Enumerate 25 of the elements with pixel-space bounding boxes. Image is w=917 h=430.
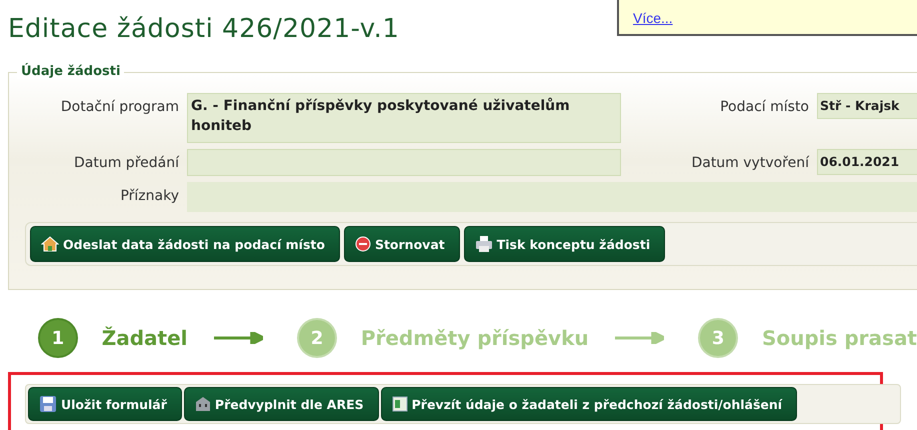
arrow-icon (214, 332, 264, 344)
field-label: Datum předání (73, 154, 179, 171)
arrow-icon (614, 332, 664, 344)
input-field[interactable]: 06.01.2021 (817, 149, 917, 175)
house-icon (41, 235, 59, 253)
field-label: Příznaky (119, 187, 179, 204)
field-label: Podací místo (719, 98, 809, 115)
toolbar-button[interactable]: Převzít údaje o žadateli z předchozí žádosti/ohlášení (380, 387, 798, 421)
panel-legend: Údaje žádosti (17, 64, 124, 79)
printer-icon (474, 235, 493, 253)
field-label: Datum vytvoření (690, 154, 809, 171)
action-button[interactable]: Stornovat (344, 226, 460, 262)
action-button[interactable]: Odeslat data žádosti na podací místo (30, 226, 340, 262)
document-icon (392, 396, 408, 412)
field-label: Dotační program (60, 98, 179, 115)
more-link[interactable]: Více... (633, 10, 673, 26)
toolbar-button[interactable]: Uložit formulář (28, 387, 182, 421)
cancel-icon (354, 236, 371, 252)
toolbar-button[interactable]: Předvyplnit dle ARES (184, 387, 379, 421)
page-title: Editace žádosti 426/2021-v.1 (8, 14, 400, 44)
action-button[interactable]: Tisk konceptu žádosti (464, 226, 666, 262)
input-field[interactable]: G. - Finanční příspěvky poskytované uživatelům honiteb (187, 93, 621, 143)
input-field[interactable] (187, 149, 621, 176)
input-field[interactable]: Stř - Krajsk (817, 93, 917, 119)
building-icon (194, 396, 211, 412)
